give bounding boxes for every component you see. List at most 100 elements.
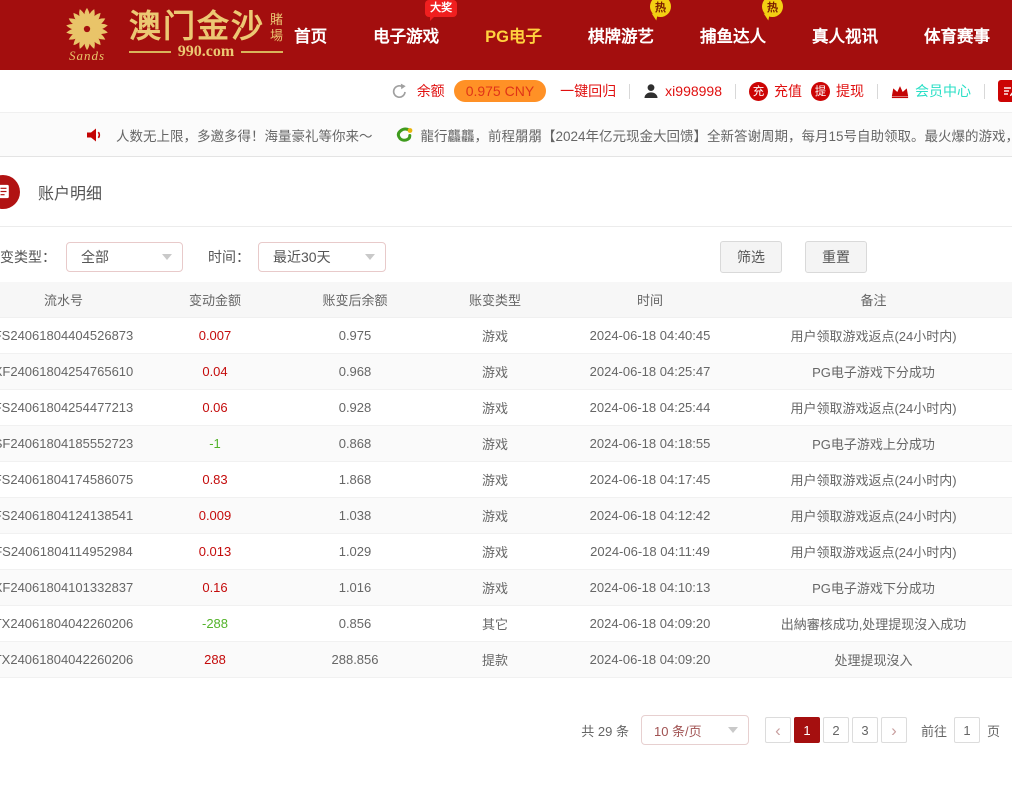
total-count: 共 29 条	[581, 721, 629, 740]
page-size-select[interactable]: 10 条/页	[641, 715, 749, 745]
prev-page-button[interactable]: ‹	[765, 717, 791, 743]
speaker-icon	[85, 126, 105, 144]
cell-remark: 用户领取游戏返点(24小时内)	[735, 470, 1012, 489]
nav-item-电子游戏[interactable]: 电子游戏大奖	[373, 23, 439, 47]
cell-amount: -1	[145, 436, 285, 451]
chevron-down-icon	[365, 254, 375, 260]
site-logo[interactable]: Sands 澳门金沙 賭 場 990.com	[0, 7, 283, 64]
account-detail-table: 流水号变动金额账变后余额账变类型时间备注 FS24061804404526873…	[0, 282, 1012, 678]
cell-amount: -288	[145, 616, 285, 631]
cell-time: 2024-06-18 04:09:20	[565, 652, 735, 667]
next-page-button[interactable]: ›	[881, 717, 907, 743]
hot-badge: 热	[762, 0, 783, 17]
type-filter-select[interactable]: 全部	[66, 242, 183, 272]
person-icon	[643, 83, 659, 99]
pager-pages: 123	[794, 717, 878, 743]
filter-bar: 账变类型： 全部 时间： 最近30天 筛选 重置	[0, 241, 1012, 273]
table-row: SF24061804185552723-10.868游戏2024-06-18 0…	[0, 426, 1012, 462]
balance-label: 余额	[417, 81, 445, 101]
user-account[interactable]: xi998998	[643, 83, 722, 99]
cell-change-type: 游戏	[425, 578, 565, 597]
page-button-1[interactable]: 1	[794, 717, 820, 743]
nav-item-捕鱼达人[interactable]: 捕鱼达人热	[700, 23, 766, 47]
nav-item-棋牌游艺[interactable]: 棋牌游艺热	[588, 23, 654, 47]
page-title: 账户明细	[38, 180, 102, 204]
cell-time: 2024-06-18 04:25:44	[565, 400, 735, 415]
withdraw-button[interactable]: 提 提现	[811, 81, 864, 101]
cell-time: 2024-06-18 04:17:45	[565, 472, 735, 487]
nav-item-首页[interactable]: 首页	[294, 23, 327, 47]
cell-change-type: 游戏	[425, 434, 565, 453]
logo-mark: Sands	[57, 7, 117, 64]
cell-amount: 0.007	[145, 328, 285, 343]
column-header: 账变类型	[425, 290, 565, 309]
divider	[984, 84, 985, 99]
page-size-value: 10 条/页	[654, 721, 702, 740]
cell-balance-after: 1.029	[285, 544, 425, 559]
nav-item-体育赛事[interactable]: 体育赛事	[924, 23, 990, 47]
logo-casino-suffix: 賭 場	[270, 9, 283, 45]
nav-item-真人视讯[interactable]: 真人视讯	[812, 23, 878, 47]
table-row: TX24061804042260206-2880.856其它2024-06-18…	[0, 606, 1012, 642]
crown-icon	[891, 84, 909, 99]
time-filter-label: 时间：	[208, 247, 250, 267]
time-filter-select[interactable]: 最近30天	[258, 242, 386, 272]
cell-remark: 用户领取游戏返点(24小时内)	[735, 326, 1012, 345]
cell-time: 2024-06-18 04:18:55	[565, 436, 735, 451]
nav-item-PG电子[interactable]: PG电子	[485, 23, 542, 47]
table-row: TX24061804042260206288288.856提款2024-06-1…	[0, 642, 1012, 678]
cell-time: 2024-06-18 04:40:45	[565, 328, 735, 343]
cell-serial-number: XF24061804254765610	[0, 364, 145, 379]
cell-remark: 用户领取游戏返点(24小时内)	[735, 542, 1012, 561]
cell-serial-number: FS24061804114952984	[0, 544, 145, 559]
cell-time: 2024-06-18 04:25:47	[565, 364, 735, 379]
cell-balance-after: 1.868	[285, 472, 425, 487]
cell-remark: 处理提现沒入	[735, 650, 1012, 669]
page-button-3[interactable]: 3	[852, 717, 878, 743]
filter-button[interactable]: 筛选	[720, 241, 782, 273]
cell-change-type: 游戏	[425, 326, 565, 345]
cell-serial-number: TX24061804042260206	[0, 616, 145, 631]
announcement-item: 人数无上限，多邀多得！海量豪礼等你来～	[85, 125, 373, 145]
withdraw-label: 提现	[836, 81, 864, 101]
column-header: 流水号	[0, 290, 145, 309]
cell-time: 2024-06-18 04:09:20	[565, 616, 735, 631]
refresh-icon[interactable]	[391, 83, 408, 100]
goto-page-input[interactable]	[954, 717, 980, 743]
cell-serial-number: FS24061804404526873	[0, 328, 145, 343]
page-button-2[interactable]: 2	[823, 717, 849, 743]
cell-balance-after: 1.038	[285, 508, 425, 523]
logo-brand-name: 澳门金沙	[129, 9, 265, 44]
nav-item-label: 电子游戏	[373, 28, 439, 46]
cell-remark: PG电子游戏下分成功	[735, 362, 1012, 381]
balance-badge: 0.975 CNY	[454, 80, 546, 102]
one-key-return-link[interactable]: 一键回归	[560, 81, 616, 101]
announcement-text: 人数无上限，多邀多得！海量豪礼等你来～	[116, 125, 373, 145]
member-center-link[interactable]: 会员中心	[891, 81, 971, 101]
cell-balance-after: 0.868	[285, 436, 425, 451]
cell-change-type: 其它	[425, 614, 565, 633]
goto-label: 前往	[921, 721, 947, 740]
table-row: FS240618041745860750.831.868游戏2024-06-18…	[0, 462, 1012, 498]
page-title-section: 账户明细	[0, 157, 1012, 227]
announcement-bar: 人数无上限，多邀多得！海量豪礼等你来～ 龍行龘龘，前程朤朤【2024年亿元现金大…	[0, 113, 1012, 157]
main-nav: 首页电子游戏大奖PG电子棋牌游艺热捕鱼达人热真人视讯体育赛事	[294, 0, 1012, 70]
chevron-down-icon	[728, 727, 738, 733]
cell-balance-after: 0.928	[285, 400, 425, 415]
nav-item-label: 捕鱼达人	[700, 28, 766, 46]
cell-amount: 288	[145, 652, 285, 667]
cell-serial-number: FS24061804124138541	[0, 508, 145, 523]
goto-suffix: 页	[987, 721, 1000, 740]
cell-remark: 出納審核成功,处理提现沒入成功	[735, 614, 1012, 633]
reset-button[interactable]: 重置	[805, 241, 867, 273]
logo-wordmark: 澳门金沙 賭 場 990.com	[129, 9, 283, 62]
message-edit-icon[interactable]	[998, 80, 1012, 102]
table-row: FS240618042544772130.060.928游戏2024-06-18…	[0, 390, 1012, 426]
cell-amount: 0.16	[145, 580, 285, 595]
column-header: 备注	[735, 290, 1012, 309]
pagination-bar: 共 29 条 10 条/页 ‹ 123 › 前往 页	[0, 715, 1012, 745]
recharge-button[interactable]: 充 充值	[749, 81, 802, 101]
cell-remark: 用户领取游戏返点(24小时内)	[735, 506, 1012, 525]
nav-item-label: PG电子	[485, 28, 542, 46]
cell-time: 2024-06-18 04:10:13	[565, 580, 735, 595]
